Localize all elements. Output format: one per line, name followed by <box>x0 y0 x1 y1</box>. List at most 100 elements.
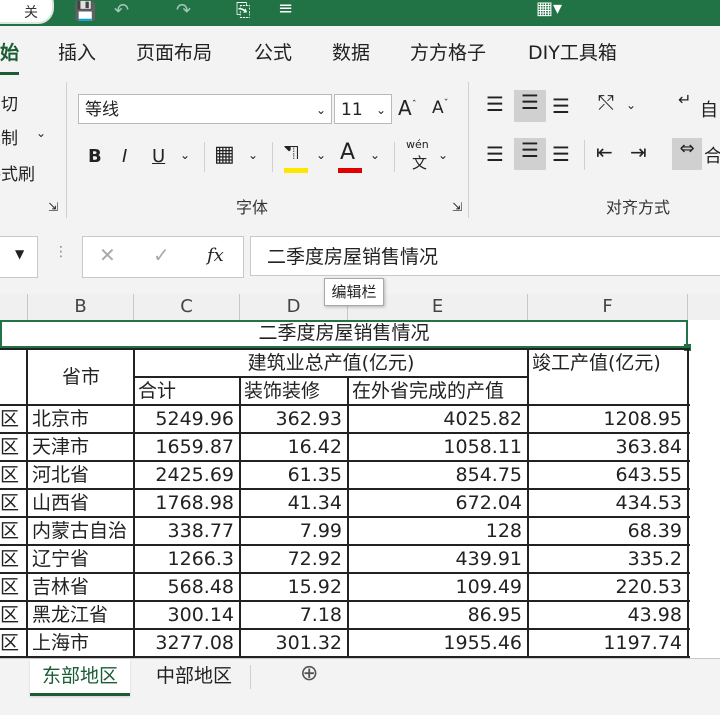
row-completed-cell[interactable]: 68.39 <box>528 518 688 544</box>
row-region-cell[interactable]: 区 <box>0 406 28 432</box>
wrap-text-label[interactable]: 自 <box>700 96 718 122</box>
tab-page-layout[interactable]: 页面布局 <box>136 38 212 65</box>
row-province-cell[interactable]: 上海市 <box>28 630 134 656</box>
row-completed-cell[interactable]: 335.2 <box>528 546 688 572</box>
merge-center-icon[interactable]: ⇔ <box>672 138 702 170</box>
header-construction-value[interactable]: 建筑业总产值(亿元) <box>134 350 528 376</box>
wrap-text-icon[interactable]: ↵ <box>678 90 691 109</box>
clipboard-launcher-icon[interactable]: ⇲ <box>48 200 58 214</box>
header-decoration[interactable]: 装饰装修 <box>240 378 348 404</box>
align-bottom-icon[interactable]: ☰ <box>552 94 570 118</box>
row-province-cell[interactable]: 北京市 <box>28 406 134 432</box>
touch-mode-icon[interactable]: ⎘ <box>236 0 250 21</box>
row-total-cell[interactable]: 1659.87 <box>134 434 240 460</box>
header-completed-value[interactable]: 竣工产值(亿元) <box>528 350 688 376</box>
underline-dropdown-icon[interactable]: ⌄ <box>180 148 190 162</box>
column-header-b[interactable]: B <box>28 294 134 320</box>
row-region-cell[interactable]: 区 <box>0 602 28 628</box>
phonetic-icon[interactable]: 文 <box>412 152 427 173</box>
borders-icon[interactable]: ▦ <box>214 142 235 167</box>
row-total-cell[interactable]: 1768.98 <box>134 490 240 516</box>
increase-indent-icon[interactable]: ⇥ <box>630 140 647 164</box>
column-header-f[interactable]: F <box>528 294 688 320</box>
row-completed-cell[interactable]: 643.55 <box>528 462 688 488</box>
column-header-c[interactable]: C <box>134 294 240 320</box>
font-launcher-icon[interactable]: ⇲ <box>452 200 462 214</box>
row-decoration-cell[interactable]: 301.32 <box>240 630 348 656</box>
tab-insert[interactable]: 插入 <box>58 38 96 65</box>
row-other-province-cell[interactable]: 854.75 <box>348 462 528 488</box>
borders-dropdown-icon[interactable]: ⌄ <box>248 148 258 162</box>
decrease-indent-icon[interactable]: ⇤ <box>596 140 613 164</box>
row-province-cell[interactable]: 天津市 <box>28 434 134 460</box>
font-size-select[interactable]: 11 ⌄ <box>334 94 392 124</box>
row-region-cell[interactable]: 区 <box>0 546 28 572</box>
name-box[interactable]: ▼ <box>0 236 38 278</box>
row-total-cell[interactable]: 1266.3 <box>134 546 240 572</box>
formula-input[interactable]: 二季度房屋销售情况 <box>250 236 720 276</box>
row-other-province-cell[interactable]: 86.95 <box>348 602 528 628</box>
ribbon-display-icon[interactable]: ▦▾ <box>536 0 562 19</box>
row-other-province-cell[interactable]: 672.04 <box>348 490 528 516</box>
column-header-a[interactable] <box>0 294 28 320</box>
row-province-cell[interactable]: 山西省 <box>28 490 134 516</box>
row-province-cell[interactable]: 内蒙古自治 <box>28 518 134 544</box>
font-name-select[interactable]: 等线 ⌄ <box>78 94 332 124</box>
fill-color-dropdown-icon[interactable]: ⌄ <box>316 148 326 162</box>
row-province-cell[interactable]: 吉林省 <box>28 574 134 600</box>
row-total-cell[interactable]: 300.14 <box>134 602 240 628</box>
row-other-province-cell[interactable]: 4025.82 <box>348 406 528 432</box>
row-decoration-cell[interactable]: 41.34 <box>240 490 348 516</box>
add-sheet-icon[interactable]: ⊕ <box>300 661 318 686</box>
row-completed-cell[interactable]: 43.98 <box>528 602 688 628</box>
row-completed-cell[interactable]: 220.53 <box>528 574 688 600</box>
row-region-cell[interactable]: 区 <box>0 462 28 488</box>
tab-diy-toolbox[interactable]: DIY工具箱 <box>528 38 617 65</box>
row-province-cell[interactable]: 河北省 <box>28 462 134 488</box>
underline-button[interactable]: U <box>152 146 165 167</box>
row-completed-cell[interactable]: 434.53 <box>528 490 688 516</box>
row-other-province-cell[interactable]: 439.91 <box>348 546 528 572</box>
phonetic-dropdown-icon[interactable]: ⌄ <box>438 148 448 162</box>
row-other-province-cell[interactable]: 1955.46 <box>348 630 528 656</box>
row-other-province-cell[interactable]: 109.49 <box>348 574 528 600</box>
header-other-province[interactable]: 在外省完成的产值 <box>348 378 528 404</box>
undo-icon[interactable]: ↶ <box>114 0 129 21</box>
row-total-cell[interactable]: 338.77 <box>134 518 240 544</box>
row-province-cell[interactable]: 辽宁省 <box>28 546 134 572</box>
font-color-dropdown-icon[interactable]: ⌄ <box>370 148 380 162</box>
format-painter-button[interactable]: 格式刷 <box>0 160 35 185</box>
row-other-province-cell[interactable]: 1058.11 <box>348 434 528 460</box>
align-top-icon[interactable]: ☰ <box>486 92 504 116</box>
customize-toolbar-icon[interactable]: ≡ <box>278 0 293 19</box>
orientation-dropdown-icon[interactable]: ⌄ <box>626 98 636 112</box>
row-other-province-cell[interactable]: 128 <box>348 518 528 544</box>
row-completed-cell[interactable]: 1197.74 <box>528 630 688 656</box>
row-completed-cell[interactable]: 363.84 <box>528 434 688 460</box>
align-middle-icon[interactable]: ☰ <box>514 90 546 122</box>
fill-color-icon[interactable]: ⛠ <box>284 140 300 167</box>
row-region-cell[interactable]: 区 <box>0 574 28 600</box>
save-icon[interactable]: 💾 <box>74 1 96 22</box>
row-region-cell[interactable]: 区 <box>0 630 28 656</box>
column-header-g[interactable] <box>688 294 720 320</box>
header-total[interactable]: 合计 <box>134 378 240 404</box>
bold-button[interactable]: B <box>88 146 102 167</box>
row-completed-cell[interactable]: 1208.95 <box>528 406 688 432</box>
tab-ffcell[interactable]: 方方格子 <box>410 38 486 65</box>
worksheet-grid[interactable]: 二季度房屋销售情况 省市 建筑业总产值(亿元) 竣工产值(亿元) 合计 装饰装修… <box>0 320 720 658</box>
align-center-icon[interactable]: ☰ <box>514 138 546 170</box>
copy-dropdown-icon[interactable]: ⌄ <box>36 126 46 140</box>
cut-button[interactable]: 剪切 <box>0 90 18 115</box>
row-decoration-cell[interactable]: 7.18 <box>240 602 348 628</box>
italic-button[interactable]: I <box>122 146 127 167</box>
orientation-icon[interactable]: ⤲ <box>598 90 614 114</box>
row-region-cell[interactable]: 区 <box>0 518 28 544</box>
row-decoration-cell[interactable]: 61.35 <box>240 462 348 488</box>
row-decoration-cell[interactable]: 7.99 <box>240 518 348 544</box>
row-region-cell[interactable]: 区 <box>0 434 28 460</box>
row-decoration-cell[interactable]: 72.92 <box>240 546 348 572</box>
copy-button[interactable]: 复制 <box>0 124 18 149</box>
tab-formulas[interactable]: 公式 <box>254 38 292 65</box>
row-decoration-cell[interactable]: 15.92 <box>240 574 348 600</box>
